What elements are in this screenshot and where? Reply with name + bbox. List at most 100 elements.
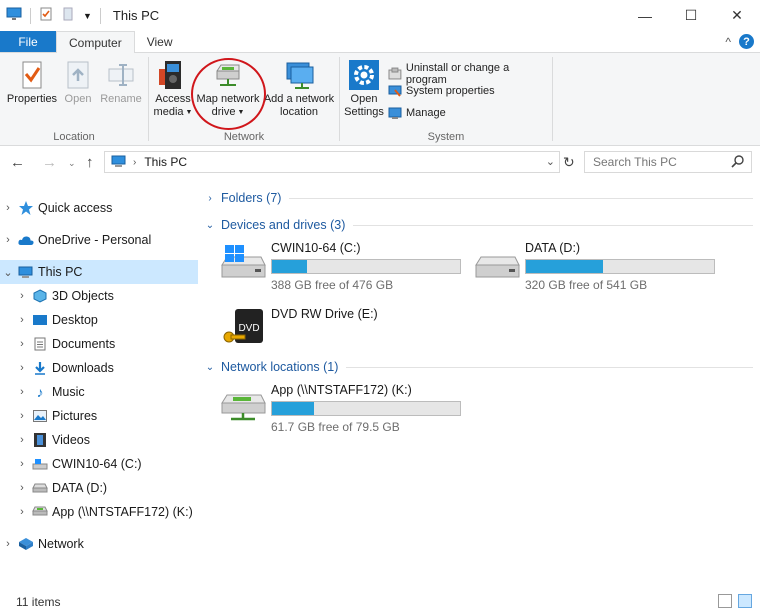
collapse-chevron-icon[interactable]: ⌄ xyxy=(203,362,217,373)
breadcrumb-this-pc[interactable]: This PC xyxy=(144,155,187,169)
drive-usage-bar xyxy=(271,259,461,274)
expand-chevron-icon[interactable]: › xyxy=(14,362,30,374)
back-arrow-icon[interactable]: ← xyxy=(10,154,25,171)
search-icon[interactable] xyxy=(731,154,745,171)
section-network-locations[interactable]: ⌄ Network locations (1) xyxy=(203,360,753,374)
manage-button[interactable]: Manage xyxy=(388,106,446,120)
open-button[interactable]: Open xyxy=(60,59,96,106)
expand-chevron-icon[interactable]: › xyxy=(14,482,30,494)
nav-label: This PC xyxy=(38,265,83,279)
recent-locations-chevron-icon[interactable]: ⌄ xyxy=(68,158,76,169)
drive-tile-d[interactable]: DATA (D:) 320 GB free of 541 GB xyxy=(473,241,715,292)
tab-view[interactable]: View xyxy=(135,31,185,52)
search-input[interactable]: Search This PC xyxy=(584,151,752,173)
expand-chevron-icon[interactable]: › xyxy=(14,506,30,518)
navigation-pane: › Quick access › OneDrive - Personal ⌄ T… xyxy=(0,187,198,587)
expand-chevron-icon[interactable]: › xyxy=(203,193,217,204)
forward-arrow-icon[interactable]: → xyxy=(42,154,57,171)
nav-label: Music xyxy=(52,385,85,399)
nav-item-drive-c[interactable]: › CWIN10-64 (C:) xyxy=(0,452,198,476)
expand-chevron-icon[interactable]: › xyxy=(14,338,30,350)
minimize-button[interactable]: — xyxy=(622,0,668,31)
nav-label: Desktop xyxy=(52,313,98,327)
nav-item-documents[interactable]: › Documents xyxy=(0,332,198,356)
expand-chevron-icon[interactable]: › xyxy=(0,202,16,214)
drive-tile-c[interactable]: CWIN10-64 (C:) 388 GB free of 476 GB xyxy=(219,241,461,292)
nav-item-pictures[interactable]: › Pictures xyxy=(0,404,198,428)
nav-item-music[interactable]: › ♪ Music xyxy=(0,380,198,404)
maximize-button[interactable]: ☐ xyxy=(668,0,714,31)
details-view-icon[interactable] xyxy=(718,594,732,608)
manage-label: Manage xyxy=(406,107,446,119)
tab-computer[interactable]: Computer xyxy=(56,31,135,53)
add-network-location-button[interactable]: Add a network location xyxy=(261,59,337,119)
address-dropdown-icon[interactable]: ⌄ xyxy=(546,155,555,168)
pictures-icon xyxy=(32,408,48,424)
windows-drive-icon xyxy=(32,456,48,472)
close-button[interactable]: ✕ xyxy=(714,0,760,31)
drive-tile-dvd[interactable]: DVD DVD RW Drive (E:) xyxy=(219,307,378,347)
section-divider xyxy=(346,366,753,368)
properties-qa-icon[interactable] xyxy=(39,7,53,24)
add-network-location-label-2: location xyxy=(280,106,318,118)
up-arrow-icon[interactable]: ↑ xyxy=(86,154,94,171)
hard-drive-icon xyxy=(473,241,521,281)
add-network-location-label: Add a network xyxy=(263,93,335,105)
rename-icon xyxy=(108,64,134,86)
nav-item-desktop[interactable]: › Desktop xyxy=(0,308,198,332)
cube-icon xyxy=(32,288,48,304)
window-controls: — ☐ ✕ xyxy=(622,0,760,31)
expand-chevron-icon[interactable]: › xyxy=(14,410,30,422)
ribbon-tabs: File Computer View ^ ? xyxy=(0,31,760,53)
help-icon[interactable]: ? xyxy=(739,34,754,49)
customize-qa-chevron-icon[interactable]: ▼ xyxy=(83,11,92,21)
group-location: Properties Open Rename Location xyxy=(0,53,148,146)
section-folders[interactable]: › Folders (7) xyxy=(203,191,753,205)
address-bar[interactable]: › This PC ⌄ xyxy=(104,151,560,173)
tab-file[interactable]: File xyxy=(0,31,56,52)
expand-chevron-icon[interactable]: › xyxy=(14,290,30,302)
expand-chevron-icon[interactable]: › xyxy=(0,538,16,550)
properties-button[interactable]: Properties xyxy=(6,59,58,106)
breadcrumb-chevron-icon[interactable]: › xyxy=(133,157,136,168)
this-pc-small-icon xyxy=(111,154,127,171)
rename-button[interactable]: Rename xyxy=(98,59,144,106)
drive-tile-k[interactable]: App (\\NTSTAFF172) (K:) 61.7 GB free of … xyxy=(219,383,461,434)
nav-item-this-pc[interactable]: ⌄ This PC xyxy=(0,260,198,284)
nav-item-onedrive[interactable]: › OneDrive - Personal xyxy=(0,228,198,252)
this-pc-icon xyxy=(6,7,22,24)
expand-chevron-icon[interactable]: › xyxy=(14,386,30,398)
access-media-button[interactable]: Access media ▼ xyxy=(153,59,193,119)
nav-item-drive-d[interactable]: › DATA (D:) xyxy=(0,476,198,500)
nav-item-3d-objects[interactable]: › 3D Objects xyxy=(0,284,198,308)
uninstall-program-button[interactable]: Uninstall or change a program xyxy=(388,62,552,86)
collapse-chevron-icon[interactable]: ⌄ xyxy=(0,266,16,279)
refresh-icon[interactable]: ↻ xyxy=(563,154,575,171)
new-folder-qa-icon[interactable] xyxy=(61,7,75,24)
address-bar-row: ← → ⌄ ↑ › This PC ⌄ ↻ Search This PC xyxy=(0,150,760,176)
access-media-label-line2: media ▼ xyxy=(154,106,193,119)
title-bar: ▼ This PC — ☐ ✕ xyxy=(0,0,760,31)
nav-item-videos[interactable]: › Videos xyxy=(0,428,198,452)
system-properties-label: System properties xyxy=(406,85,495,97)
system-properties-button[interactable]: System properties xyxy=(388,84,495,98)
nav-item-quick-access[interactable]: › Quick access xyxy=(0,196,198,220)
open-settings-label-2: Settings xyxy=(344,106,384,118)
section-devices-and-drives[interactable]: ⌄ Devices and drives (3) xyxy=(203,218,753,232)
nav-label: Videos xyxy=(52,433,90,447)
properties-icon xyxy=(22,61,42,89)
nav-label: Downloads xyxy=(52,361,114,375)
open-settings-button[interactable]: Open Settings xyxy=(342,59,386,119)
collapse-chevron-icon[interactable]: ⌄ xyxy=(203,220,217,231)
nav-item-drive-k[interactable]: › App (\\NTSTAFF172) (K:) xyxy=(0,500,198,524)
music-note-icon: ♪ xyxy=(36,384,44,400)
nav-item-network[interactable]: › Network xyxy=(0,532,198,556)
nav-item-downloads[interactable]: › Downloads xyxy=(0,356,198,380)
expand-chevron-icon[interactable]: › xyxy=(14,458,30,470)
expand-chevron-icon[interactable]: › xyxy=(14,434,30,446)
expand-chevron-icon[interactable]: › xyxy=(14,314,30,326)
expand-chevron-icon[interactable]: › xyxy=(0,234,16,246)
tiles-view-icon[interactable] xyxy=(738,594,752,608)
drive-usage-fill xyxy=(272,402,315,415)
collapse-ribbon-icon[interactable]: ^ xyxy=(725,35,731,49)
